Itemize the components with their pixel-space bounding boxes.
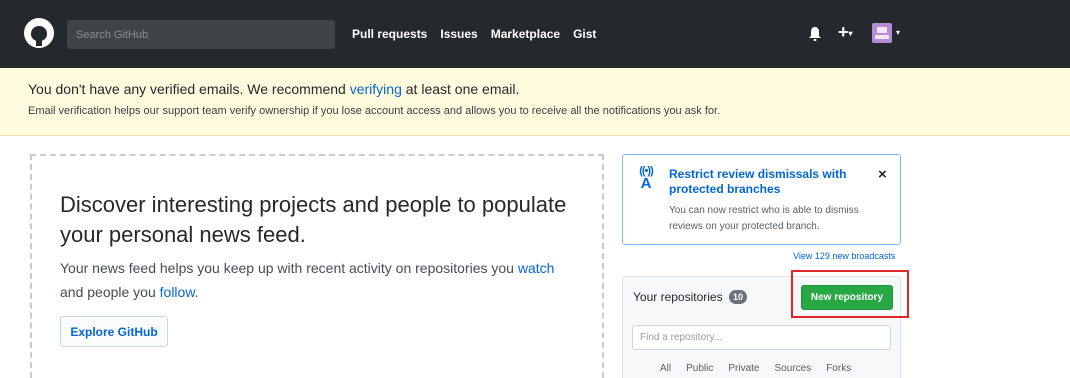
discover-panel: Discover interesting projects and people… <box>30 154 604 378</box>
explore-github-button[interactable]: Explore GitHub <box>60 316 168 347</box>
broadcast-letter: A <box>640 175 652 192</box>
highlight-box <box>791 270 909 318</box>
close-icon[interactable]: × <box>878 166 887 183</box>
avatar[interactable] <box>872 23 892 43</box>
header: Pull requests Issues Marketplace Gist +▾… <box>0 0 1070 68</box>
watch-link[interactable]: watch <box>518 260 555 276</box>
tab-forks[interactable]: Forks <box>826 363 851 374</box>
discover-text: Your news feed helps you keep up with re… <box>60 256 580 304</box>
nav-gist[interactable]: Gist <box>573 27 596 41</box>
nav-marketplace[interactable]: Marketplace <box>491 27 560 41</box>
broadcast-icon: ((•)) A <box>633 165 659 192</box>
discover-heading: Discover interesting projects and people… <box>60 192 567 247</box>
nav-pull-requests[interactable]: Pull requests <box>352 27 427 41</box>
header-nav: Pull requests Issues Marketplace Gist <box>352 27 596 41</box>
broadcast-title-link[interactable]: Restrict review dismissals with protecte… <box>669 167 869 197</box>
repository-count-badge: 10 <box>728 290 747 304</box>
view-broadcasts-link[interactable]: View 129 new broadcasts <box>793 251 895 261</box>
banner-subtitle: Email verification helps our support tea… <box>28 105 721 117</box>
bell-icon[interactable] <box>808 26 822 42</box>
broadcast-card: ((•)) A Restrict review dismissals with … <box>622 154 901 245</box>
banner-text: You don't have any verified emails. We r… <box>28 81 350 97</box>
tab-public[interactable]: Public <box>686 363 713 374</box>
repositories-title: Your repositories 10 <box>633 290 747 304</box>
repositories-title-text: Your repositories <box>633 290 723 304</box>
verifying-link[interactable]: verifying <box>350 81 402 97</box>
banner-text: at least one email. <box>401 81 520 97</box>
email-verification-banner: You don't have any verified emails. We r… <box>0 68 1070 136</box>
repository-filter-tabs: All Public Private Sources Forks <box>660 363 851 374</box>
banner-title: You don't have any verified emails. We r… <box>28 81 519 97</box>
broadcast-text: You can now restrict who is able to dism… <box>669 205 859 232</box>
discover-text-part: Your news feed helps you keep up with re… <box>60 260 518 276</box>
create-new-menu[interactable]: +▾ <box>838 22 853 43</box>
tab-private[interactable]: Private <box>728 363 759 374</box>
discover-text-part: . <box>194 284 199 300</box>
tab-sources[interactable]: Sources <box>775 363 812 374</box>
tab-all[interactable]: All <box>660 363 671 374</box>
discover-text-part: and people you <box>60 284 160 300</box>
chevron-down-icon[interactable]: ▾ <box>896 28 900 37</box>
chevron-down-icon: ▾ <box>848 28 853 38</box>
github-logo-icon[interactable] <box>24 18 54 48</box>
search-input[interactable] <box>67 20 335 49</box>
follow-link[interactable]: follow <box>160 284 195 300</box>
plus-icon: + <box>838 22 849 42</box>
nav-issues[interactable]: Issues <box>440 27 477 41</box>
repository-search-input[interactable] <box>632 325 891 350</box>
